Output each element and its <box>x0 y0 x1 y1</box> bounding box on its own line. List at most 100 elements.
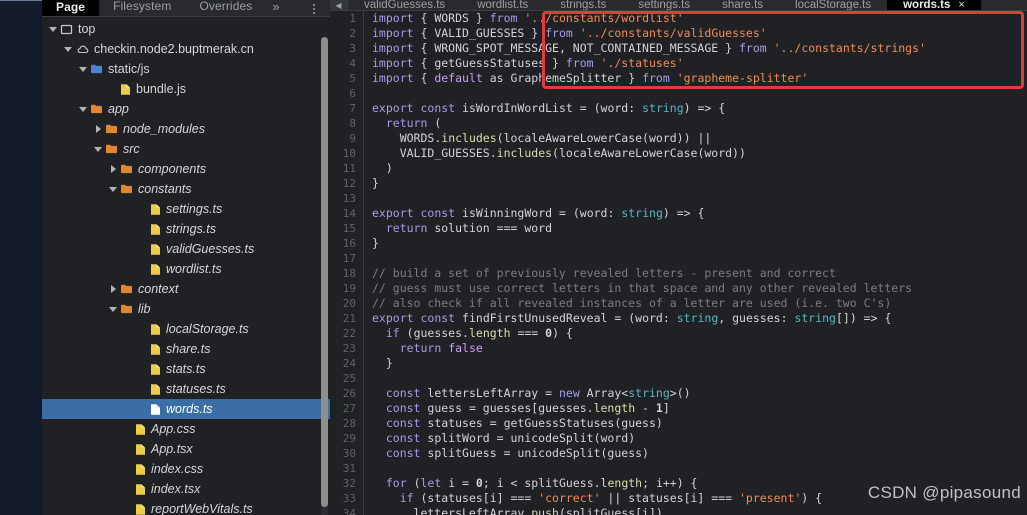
tree-item[interactable]: App.css <box>42 419 330 439</box>
code-line[interactable]: 20 // also check if all revealed instance… <box>330 296 1027 311</box>
code-line[interactable]: 28 const statuses = getGuessStatuses(gue… <box>330 416 1027 431</box>
line-number: 24 <box>330 356 364 371</box>
tree-item-label: static/js <box>108 62 150 76</box>
chevron-down-icon[interactable] <box>63 44 74 55</box>
tree-item[interactable]: app <box>42 99 330 119</box>
code-viewer[interactable]: 1 import { WORDS } from '../constants/wor… <box>330 11 1027 515</box>
chevron-right-icon[interactable] <box>108 284 119 295</box>
chevron-down-icon[interactable] <box>48 24 59 35</box>
code-line[interactable]: 17 <box>330 251 1027 266</box>
tree-item[interactable]: strings.ts <box>42 219 330 239</box>
code-text: VALID_GUESSES.includes(localeAwareLowerC… <box>399 146 746 160</box>
line-number: 25 <box>330 371 364 386</box>
editor-tab-validGuesses-ts[interactable]: validGuesses.ts <box>348 0 461 10</box>
tree-item[interactable]: bundle.js <box>42 79 330 99</box>
code-text: // build a set of previously revealed le… <box>372 266 836 280</box>
tree-item[interactable]: components <box>42 159 330 179</box>
editor-tab-share-ts[interactable]: share.ts <box>706 0 779 10</box>
tree-item[interactable]: context <box>42 279 330 299</box>
code-line[interactable]: 22 if (guesses.length === 0) { <box>330 326 1027 341</box>
chevron-right-icon[interactable] <box>108 164 119 175</box>
code-line[interactable]: 7 export const isWordInWordList = (word: … <box>330 101 1027 116</box>
code-line[interactable]: 6 <box>330 86 1027 101</box>
code-line[interactable]: 12} <box>330 176 1027 191</box>
code-line[interactable]: 30 const splitGuess = unicodeSplit(guess… <box>330 446 1027 461</box>
file-tree[interactable]: top checkin.node2.buptmerak.cn static/js bu… <box>42 17 330 515</box>
code-line[interactable]: 10 VALID_GUESSES.includes(localeAwareLow… <box>330 146 1027 161</box>
code-text: export const findFirstUnusedReveal = (wo… <box>372 311 892 325</box>
code-line[interactable]: 14 export const isWinningWord = (word: st… <box>330 206 1027 221</box>
line-number: 28 <box>330 416 364 431</box>
code-line[interactable]: 27 const guess = guesses[guesses.length … <box>330 401 1027 416</box>
code-line[interactable]: 25 <box>330 371 1027 386</box>
scroll-tabs-left-icon[interactable]: ◀ <box>330 0 348 10</box>
more-vertical-icon[interactable] <box>308 1 320 16</box>
tree-item-label: localStorage.ts <box>166 322 249 336</box>
code-line[interactable]: 2 import { VALID_GUESSES } from '../const… <box>330 26 1027 41</box>
code-line[interactable]: 1 import { WORDS } from '../constants/wor… <box>330 11 1027 26</box>
code-line[interactable]: 16} <box>330 236 1027 251</box>
code-text: export const isWordInWordList = (word: s… <box>372 101 726 115</box>
tree-item[interactable]: node_modules <box>42 119 330 139</box>
tree-item[interactable]: settings.ts <box>42 199 330 219</box>
code-line[interactable]: 13 <box>330 191 1027 206</box>
tree-item-selected[interactable]: words.ts <box>42 399 330 419</box>
code-line[interactable]: 24 } <box>330 356 1027 371</box>
code-line[interactable]: 18 // build a set of previously revealed … <box>330 266 1027 281</box>
chevron-down-icon[interactable] <box>78 64 89 75</box>
chevron-down-icon[interactable] <box>93 144 104 155</box>
navigator-tab-filesystem[interactable]: Filesystem <box>99 0 185 16</box>
tree-item[interactable]: constants <box>42 179 330 199</box>
code-line[interactable]: 11 ) <box>330 161 1027 176</box>
tree-item[interactable]: top <box>42 19 330 39</box>
tree-item[interactable]: index.css <box>42 459 330 479</box>
editor-tab-strings-ts[interactable]: strings.ts <box>544 0 622 10</box>
editor-tab-wordlist-ts[interactable]: wordlist.ts <box>461 0 544 10</box>
tree-item[interactable]: reportWebVitals.ts <box>42 499 330 515</box>
close-icon[interactable]: × <box>958 0 964 10</box>
code-line[interactable]: 8 return ( <box>330 116 1027 131</box>
tree-item[interactable]: validGuesses.ts <box>42 239 330 259</box>
editor-tab-settings-ts[interactable]: settings.ts <box>622 0 706 10</box>
chevron-down-icon[interactable] <box>108 304 119 315</box>
code-line[interactable]: 15 return solution === word <box>330 221 1027 236</box>
code-text: const lettersLeftArray = new Array<strin… <box>385 386 691 400</box>
tree-item[interactable]: stats.ts <box>42 359 330 379</box>
code-line[interactable]: 29 const splitWord = unicodeSplit(word) <box>330 431 1027 446</box>
tree-item-label: lib <box>138 302 151 316</box>
line-number: 26 <box>330 386 364 401</box>
tree-item[interactable]: src <box>42 139 330 159</box>
editor-tab-localStorage-ts[interactable]: localStorage.ts <box>779 0 887 10</box>
tree-item[interactable]: share.ts <box>42 339 330 359</box>
code-line[interactable]: 19 // guess must use correct letters in t… <box>330 281 1027 296</box>
tree-item[interactable]: statuses.ts <box>42 379 330 399</box>
chevron-down-icon[interactable] <box>78 104 89 115</box>
code-line[interactable]: 9 WORDS.includes(localeAwareLowerCase(wo… <box>330 131 1027 146</box>
code-line[interactable]: 31 <box>330 461 1027 476</box>
tree-item[interactable]: index.tsx <box>42 479 330 499</box>
code-line[interactable]: 34 lettersLeftArray.push(splitGuess[i]) <box>330 506 1027 515</box>
code-line[interactable]: 5 import { default as GraphemeSplitter } … <box>330 71 1027 86</box>
chevron-right-icon[interactable] <box>93 124 104 135</box>
tree-item[interactable]: App.tsx <box>42 439 330 459</box>
tree-item[interactable]: localStorage.ts <box>42 319 330 339</box>
editor-tab-words-ts[interactable]: words.ts × <box>887 0 981 10</box>
code-text: const statuses = getGuessStatuses(guess) <box>385 416 663 430</box>
code-line[interactable]: 23 return false <box>330 341 1027 356</box>
code-line[interactable]: 3 import { WRONG_SPOT_MESSAGE, NOT_CONTAI… <box>330 41 1027 56</box>
chevron-down-icon[interactable] <box>108 184 119 195</box>
tree-item[interactable]: static/js <box>42 59 330 79</box>
tree-item[interactable]: lib <box>42 299 330 319</box>
navigator-tab-page[interactable]: Page <box>42 0 100 16</box>
tree-item[interactable]: wordlist.ts <box>42 259 330 279</box>
code-line[interactable]: 4 import { getGuessStatuses } from './sta… <box>330 56 1027 71</box>
code-line[interactable]: 26 const lettersLeftArray = new Array<st… <box>330 386 1027 401</box>
file-tree-scrollbar[interactable] <box>321 37 328 515</box>
navigator-tab-overrides[interactable]: Overrides <box>185 0 266 16</box>
tree-item[interactable]: checkin.node2.buptmerak.cn <box>42 39 330 59</box>
code-line[interactable]: 21 export const findFirstUnusedReveal = (… <box>330 311 1027 326</box>
navigator-more-tabs-icon[interactable]: » <box>266 0 287 16</box>
